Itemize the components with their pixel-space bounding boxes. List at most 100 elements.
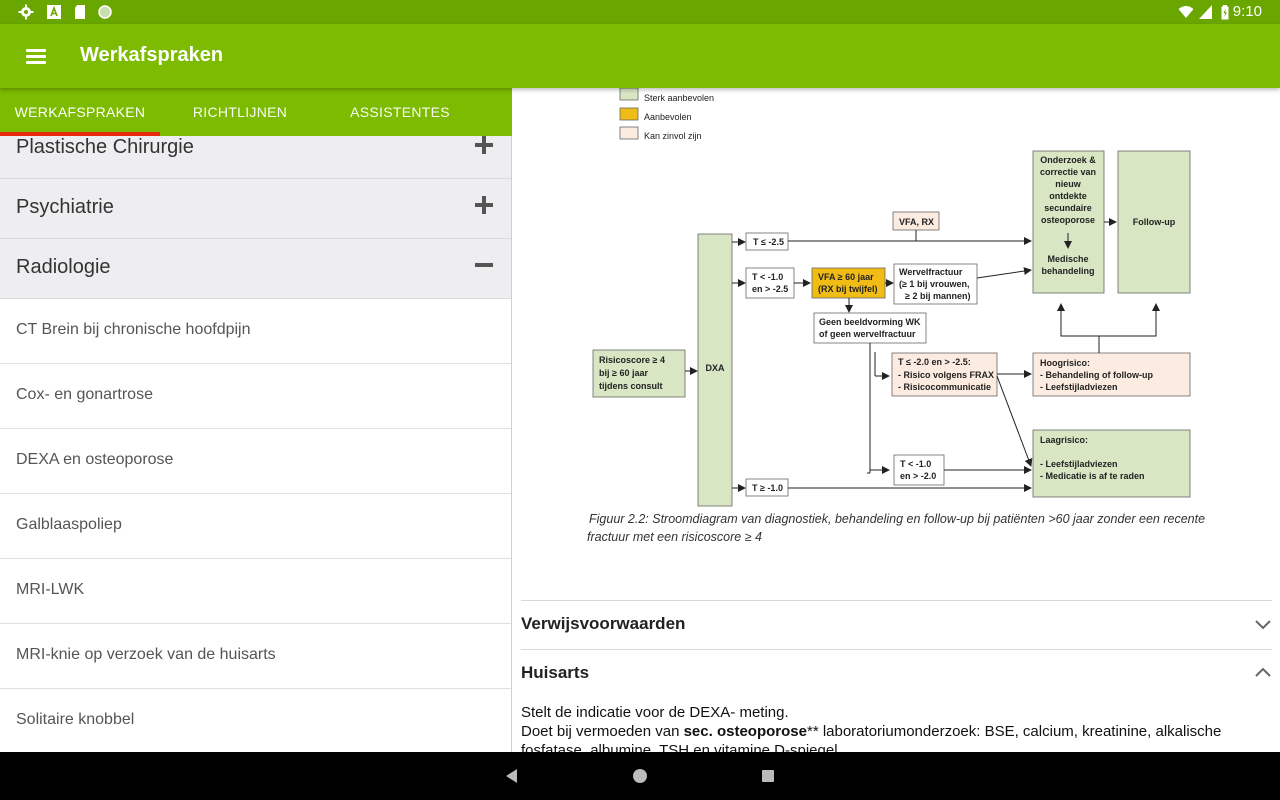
risk-box: Risicoscore ≥ 4 bij ≥ 60 jaar tijdens co… [592,349,686,398]
detail-pane[interactable]: Sterk aanbevolen Aanbevolen Kan zinvol z… [513,88,1280,752]
svg-text:Geen beeldvorming WK: Geen beeldvorming WK [819,317,921,327]
huisarts-text: Doet bij vermoeden van sec. osteoporose*… [521,723,1222,740]
svg-text:- Risico volgens FRAX: - Risico volgens FRAX [898,370,994,380]
tab-bar: WERKAFSPRAKEN RICHTLIJNEN ASSISTENTES [0,88,512,136]
signal-icon [1199,5,1212,19]
circle-icon [98,5,112,19]
list-item[interactable]: Cox- en gonartrose [0,364,511,429]
list-item[interactable]: Galblaaspoliep [0,494,511,559]
svg-text:T < -1.0: T < -1.0 [752,272,783,282]
tab-indicator [0,132,160,136]
section-title: Verwijsvoorwaarden [521,614,686,633]
category-list[interactable]: Plastische Chirurgie Psychiatrie Radiolo… [0,136,512,752]
huisarts-text: fosfatase, albumine, TSH en vitamine D-s… [521,742,838,752]
svg-text:en > -2.5: en > -2.5 [752,284,788,294]
geen-beeldvorming-box: Geen beeldvorming WK of geen wervelfract… [813,312,927,344]
followup-box: Follow-up [1117,150,1191,294]
chevron-up-icon[interactable] [1254,664,1272,682]
app-title: Werkafspraken [80,44,224,66]
list-item-label: Cox- en gonartrose [16,386,153,403]
svg-text:tijdens consult: tijdens consult [599,381,663,391]
home-icon[interactable] [630,766,650,786]
vfa60-box: VFA ≥ 60 jaar (RX bij twijfel) [811,267,886,299]
clock: 9:10 [1232,3,1262,20]
wifi-icon [1178,6,1194,18]
list-item[interactable]: CT Brein bij chronische hoofdpijn [0,299,511,364]
figure-caption: Figuur 2.2: Stroomdiagram van diagnostie… [587,512,1205,544]
sd-card-icon [75,5,85,19]
svg-text:Figuur 2.2: Stroomdiagram van: Figuur 2.2: Stroomdiagram van diagnostie… [589,512,1205,526]
list-item-label: Galblaaspoliep [16,516,122,533]
svg-text:Laagrisico:: Laagrisico: [1040,435,1088,445]
svg-text:en > -2.0: en > -2.0 [900,471,936,481]
svg-text:bij ≥ 60 jaar: bij ≥ 60 jaar [599,368,648,378]
recents-icon[interactable] [758,766,778,786]
battery-icon [1221,5,1229,20]
svg-text:- Behandeling of follow-up: - Behandeling of follow-up [1040,370,1153,380]
svg-text:of geen wervelfractuur: of geen wervelfractuur [819,329,916,339]
list-item[interactable]: DEXA en osteoporose [0,429,511,494]
svg-text:Follow-up: Follow-up [1133,217,1176,227]
flowchart-figure: Sterk aanbevolen Aanbevolen Kan zinvol z… [587,88,1205,544]
legend-label: Sterk aanbevolen [644,93,714,103]
plus-icon[interactable] [475,196,493,214]
laagrisico-box: Laagrisico: - Leefstijladviezen - Medica… [1032,429,1191,498]
tab-richtlijnen[interactable]: RICHTLIJNEN [160,88,320,136]
dxa-box: DXA [697,233,733,507]
svg-text:(RX bij twijfel): (RX bij twijfel) [818,284,878,294]
svg-text:Onderzoek &: Onderzoek & [1040,155,1096,165]
svg-text:secundaire: secundaire [1044,203,1092,213]
section-title: Huisarts [521,663,590,682]
category-label: Radiologie [16,256,111,278]
huisarts-content: Stelt de indicatie voor de DEXA- meting.… [521,703,1266,752]
list-item-label: MRI-LWK [16,581,85,598]
settings-icon [18,4,34,20]
hoogrisico-box: Hoogrisico: - Behandeling of follow-up -… [1032,352,1191,397]
list-item-label: MRI-knie op verzoek van de huisarts [16,646,276,663]
svg-text:T ≤ -2.0 en > -2.5:: T ≤ -2.0 en > -2.5: [898,357,971,367]
category-label: Psychiatrie [16,196,114,218]
svg-text:Medische: Medische [1047,254,1088,264]
chevron-down-icon[interactable] [1254,615,1272,633]
svg-text:- Medicatie is af te raden: - Medicatie is af te raden [1040,471,1145,481]
vfa-rx-box: VFA, RX [892,211,940,231]
tab-label: WERKAFSPRAKEN [14,104,146,120]
tab-assistentes[interactable]: ASSISTENTES [320,88,480,136]
tab-label: RICHTLIJNEN [192,104,288,120]
svg-text:Wervelfractuur: Wervelfractuur [899,267,963,277]
navigation-bar [0,752,1280,800]
wervelfractuur-box: Wervelfractuur (≥ 1 bij vrouwen, ≥ 2 bij… [893,263,978,305]
svg-text:T < -1.0: T < -1.0 [900,459,931,469]
legend: Sterk aanbevolen Aanbevolen Kan zinvol z… [619,88,714,141]
tab-werkafspraken[interactable]: WERKAFSPRAKEN [0,88,160,136]
hamburger-icon[interactable] [24,44,48,68]
tab-label: ASSISTENTES [350,104,450,120]
frax-box: T ≤ -2.0 en > -2.5: - Risico volgens FRA… [891,352,998,397]
category-plastische-chirurgie[interactable]: Plastische Chirurgie [0,136,511,179]
svg-text:behandeling: behandeling [1041,266,1094,276]
text-a-icon [47,5,61,19]
svg-text:≥ 2 bij mannen): ≥ 2 bij mannen) [905,291,970,301]
svg-text:Risicoscore ≥ 4: Risicoscore ≥ 4 [599,355,665,365]
svg-text:- Risicocommunicatie: - Risicocommunicatie [898,382,991,392]
list-item[interactable]: MRI-LWK [0,559,511,624]
svg-text:T ≤ -2.5: T ≤ -2.5 [753,237,784,247]
svg-text:DXA: DXA [705,363,725,373]
back-icon[interactable] [502,766,522,786]
category-radiologie[interactable]: Radiologie [0,239,511,299]
svg-text:Hoogrisico:: Hoogrisico: [1040,358,1090,368]
svg-text:- Leefstijladviezen: - Leefstijladviezen [1040,459,1118,469]
list-item-label: Solitaire knobbel [16,711,135,728]
section-huisarts[interactable]: Huisarts [521,649,1272,698]
svg-text:correctie van: correctie van [1040,167,1096,177]
svg-text:(≥ 1 bij vrouwen,: (≥ 1 bij vrouwen, [899,279,969,289]
t-box-low: T < -1.0 en > -2.0 [893,454,945,486]
category-psychiatrie[interactable]: Psychiatrie [0,179,511,239]
list-item[interactable]: MRI-knie op verzoek van de huisarts [0,624,511,689]
category-label: Plastische Chirurgie [16,136,194,158]
plus-icon[interactable] [475,136,493,154]
svg-text:nieuw: nieuw [1055,179,1082,189]
minus-icon[interactable] [475,256,493,274]
section-verwijsvoorwaarden[interactable]: Verwijsvoorwaarden [521,600,1272,649]
list-item[interactable]: Solitaire knobbel [0,689,511,752]
